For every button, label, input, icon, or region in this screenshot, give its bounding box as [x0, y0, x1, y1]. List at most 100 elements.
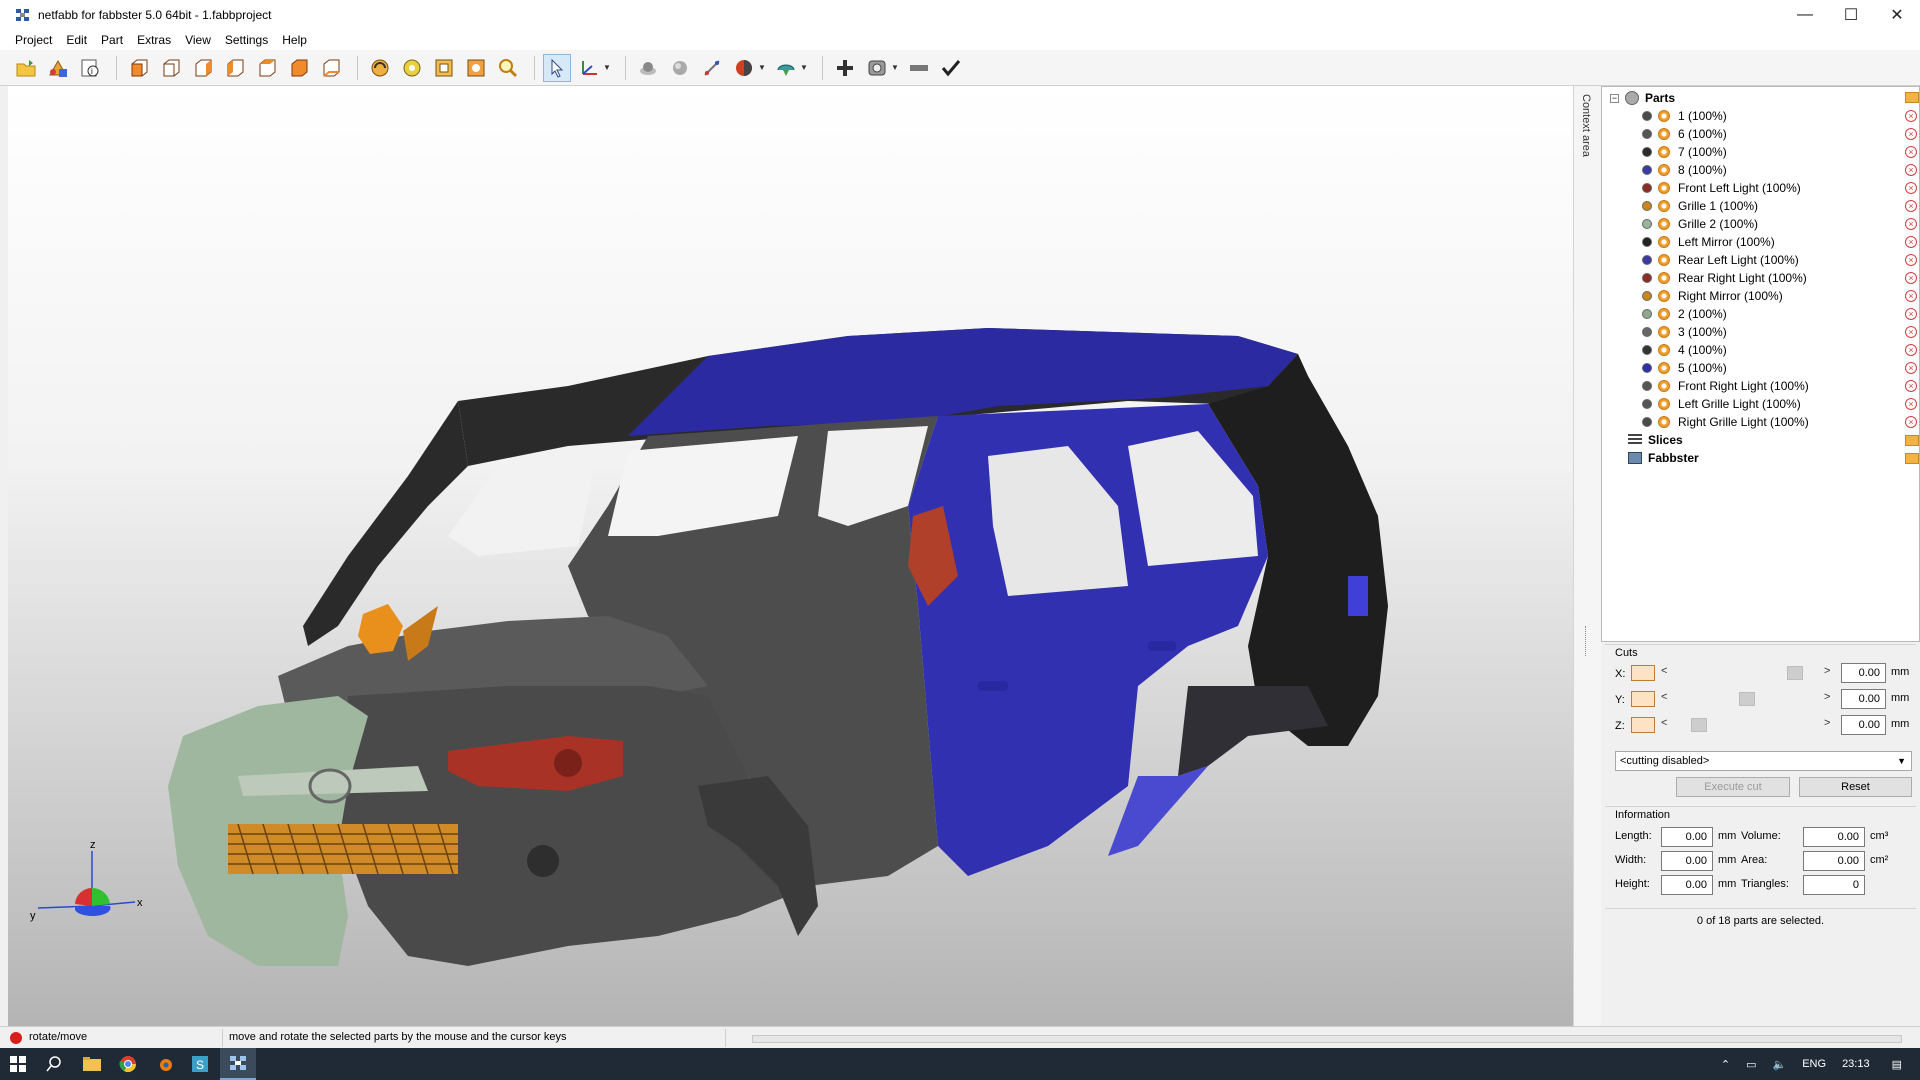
chevron-up-icon[interactable]: ⌃: [1721, 1058, 1730, 1071]
remove-part-icon[interactable]: ×: [1905, 182, 1917, 194]
file-explorer-icon[interactable]: [74, 1048, 110, 1080]
tree-part-row[interactable]: 6 (100%): [1642, 125, 1727, 143]
cut-x-input[interactable]: 0.00: [1841, 663, 1886, 683]
remove-part-icon[interactable]: ×: [1905, 326, 1917, 338]
visibility-icon[interactable]: [1658, 344, 1670, 356]
tree-part-row[interactable]: Right Mirror (100%): [1642, 287, 1783, 305]
view-left-icon[interactable]: [189, 54, 217, 82]
view-bottom-icon[interactable]: [285, 54, 313, 82]
remove-part-icon[interactable]: ×: [1905, 200, 1917, 212]
tree-part-row[interactable]: 8 (100%): [1642, 161, 1727, 179]
tree-part-row[interactable]: Rear Right Light (100%): [1642, 269, 1807, 287]
zoom-all-icon[interactable]: [430, 54, 458, 82]
zoom-icon[interactable]: [494, 54, 522, 82]
visibility-icon[interactable]: [1658, 308, 1670, 320]
view-right-icon[interactable]: [221, 54, 249, 82]
collapse-icon[interactable]: −: [1610, 93, 1619, 103]
view-iso-icon[interactable]: [317, 54, 345, 82]
tree-part-row[interactable]: 1 (100%): [1642, 107, 1727, 125]
notification-icon[interactable]: ▤: [1892, 1058, 1902, 1071]
tree-root-parts[interactable]: − Parts: [1610, 89, 1675, 107]
chrome-icon[interactable]: [110, 1048, 146, 1080]
remove-part-icon[interactable]: ×: [1905, 380, 1917, 392]
remove-part-icon[interactable]: ×: [1905, 128, 1917, 140]
chevron-left-icon[interactable]: <: [1661, 665, 1667, 677]
netfabb-task-icon[interactable]: [220, 1048, 256, 1080]
menu-help[interactable]: Help: [275, 33, 314, 47]
visibility-icon[interactable]: [1658, 146, 1670, 158]
clock[interactable]: 23:13: [1842, 1058, 1870, 1070]
visibility-icon[interactable]: [1658, 182, 1670, 194]
view-back-icon[interactable]: [157, 54, 185, 82]
cut-z-color[interactable]: [1631, 717, 1655, 733]
remove-part-icon[interactable]: ×: [1905, 236, 1917, 248]
visibility-icon[interactable]: [1658, 380, 1670, 392]
view-front-icon[interactable]: [125, 54, 153, 82]
windows-start-icon[interactable]: [0, 1048, 36, 1080]
chevron-right-icon[interactable]: >: [1824, 691, 1830, 703]
splitter-handle[interactable]: [1585, 626, 1587, 656]
remove-part-icon[interactable]: ×: [1905, 308, 1917, 320]
tree-part-row[interactable]: 3 (100%): [1642, 323, 1727, 341]
parts-tree[interactable]: − Parts 1 (100%) × 6 (100%) × 7 (100%) × 8 (10…: [1601, 86, 1920, 642]
view-top-icon[interactable]: [253, 54, 281, 82]
reset-button[interactable]: Reset: [1799, 777, 1912, 797]
folder-icon[interactable]: [1905, 92, 1919, 103]
chevron-left-icon[interactable]: <: [1661, 717, 1667, 729]
remove-part-icon[interactable]: ×: [1905, 164, 1917, 176]
cut-y-color[interactable]: [1631, 691, 1655, 707]
tree-node-slices[interactable]: Slices: [1628, 431, 1683, 449]
close-button[interactable]: ✕: [1874, 0, 1920, 30]
zoom-selection-icon[interactable]: [462, 54, 490, 82]
color-mode-icon[interactable]: [730, 54, 758, 82]
rotate-view-icon[interactable]: [366, 54, 394, 82]
slider-thumb[interactable]: [1787, 666, 1803, 680]
part-info-icon[interactable]: i: [76, 54, 104, 82]
visibility-icon[interactable]: [1658, 254, 1670, 266]
folder-icon[interactable]: [1905, 435, 1919, 446]
slider-thumb[interactable]: [1691, 718, 1707, 732]
tree-part-row[interactable]: 4 (100%): [1642, 341, 1727, 359]
tree-part-row[interactable]: 7 (100%): [1642, 143, 1727, 161]
repair-icon[interactable]: [772, 54, 800, 82]
move-axis-icon[interactable]: [575, 54, 603, 82]
visibility-icon[interactable]: [1658, 218, 1670, 230]
volume-icon[interactable]: 🔈: [1773, 1058, 1787, 1071]
tree-part-row[interactable]: Left Mirror (100%): [1642, 233, 1775, 251]
remove-part-icon[interactable]: ×: [1905, 344, 1917, 356]
chevron-left-icon[interactable]: <: [1661, 691, 1667, 703]
visibility-icon[interactable]: [1658, 164, 1670, 176]
sphere-icon[interactable]: [666, 54, 694, 82]
cut-z-slider[interactable]: < >: [1661, 717, 1830, 733]
blender-icon[interactable]: [146, 1048, 182, 1080]
add-part-icon[interactable]: [44, 54, 72, 82]
visibility-icon[interactable]: [1658, 290, 1670, 302]
maximize-button[interactable]: ☐: [1828, 0, 1874, 30]
select-pointer-icon[interactable]: [543, 53, 571, 82]
tree-part-row[interactable]: Grille 1 (100%): [1642, 197, 1758, 215]
minimize-button[interactable]: —: [1782, 0, 1828, 30]
menu-project[interactable]: Project: [8, 33, 59, 47]
visibility-icon[interactable]: [1658, 326, 1670, 338]
tree-part-row[interactable]: Grille 2 (100%): [1642, 215, 1758, 233]
visibility-icon[interactable]: [1658, 200, 1670, 212]
cut-x-slider[interactable]: < >: [1661, 665, 1830, 681]
language-indicator[interactable]: ENG: [1802, 1058, 1826, 1070]
menu-settings[interactable]: Settings: [218, 33, 275, 47]
visibility-icon[interactable]: [1658, 128, 1670, 140]
measure-icon[interactable]: [698, 54, 726, 82]
execute-cut-button[interactable]: Execute cut: [1676, 777, 1790, 797]
visibility-icon[interactable]: [1658, 416, 1670, 428]
remove-part-icon[interactable]: ×: [1905, 218, 1917, 230]
tree-part-row[interactable]: Rear Left Light (100%): [1642, 251, 1799, 269]
visibility-icon[interactable]: [1658, 272, 1670, 284]
chevron-down-icon[interactable]: ▼: [800, 63, 808, 72]
tree-part-row[interactable]: Right Grille Light (100%): [1642, 413, 1809, 431]
remove-part-icon[interactable]: ×: [1905, 110, 1917, 122]
check-icon[interactable]: [937, 54, 965, 82]
slider-thumb[interactable]: [1739, 692, 1755, 706]
search-icon[interactable]: [36, 1048, 72, 1080]
chevron-down-icon[interactable]: ▼: [891, 63, 899, 72]
tree-part-row[interactable]: 2 (100%): [1642, 305, 1727, 323]
chevron-right-icon[interactable]: >: [1824, 717, 1830, 729]
